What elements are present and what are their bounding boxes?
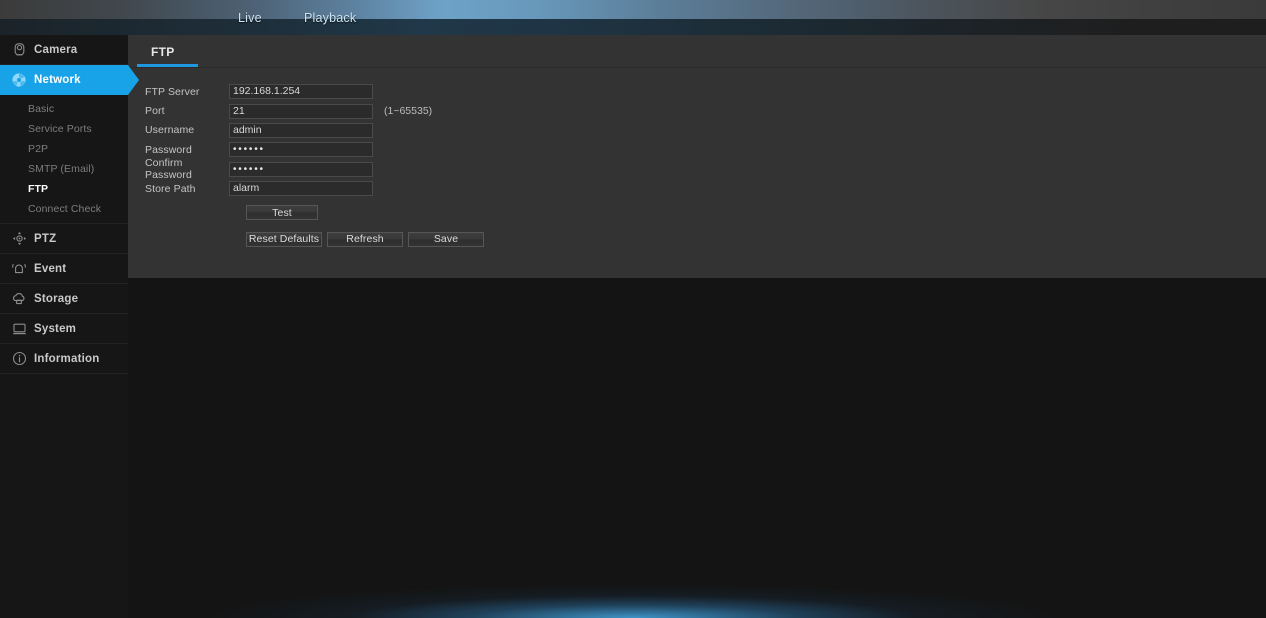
sidebar-subitem-label-service-ports: Service Ports	[28, 123, 92, 135]
label-password: Password	[145, 143, 192, 156]
sidebar-item-label-storage: Storage	[34, 292, 79, 305]
sidebar-item-label-event: Event	[34, 262, 67, 275]
camera-icon	[8, 42, 30, 57]
sidebar-item-label-camera: Camera	[34, 43, 78, 56]
ptz-dpad-icon	[8, 231, 30, 246]
sidebar-subitem-label-connect-check: Connect Check	[28, 203, 102, 215]
button-area: Test Reset Defaults Refresh Save	[246, 198, 1266, 247]
sidebar-subitem-smtp[interactable]: SMTP (Email)	[0, 159, 128, 179]
tab-active-underline	[137, 64, 198, 67]
form-row-port: Port 21 (1~65535)	[145, 101, 1266, 120]
footer-glow	[0, 558, 1266, 618]
username-input[interactable]: admin	[229, 122, 373, 138]
sidebar-item-network[interactable]: Network	[0, 65, 139, 95]
sidebar-item-system[interactable]: System	[0, 314, 128, 344]
tab-ftp-label: FTP	[151, 44, 175, 59]
label-confirm-password: Confirm Password	[145, 157, 192, 182]
header-gradient-lower	[0, 19, 1266, 35]
port-input[interactable]: 21	[229, 103, 373, 119]
sidebar-item-label-ptz: PTZ	[34, 232, 57, 245]
confirm-password-input[interactable]: ••••••	[229, 161, 373, 177]
header-gradient-upper	[0, 0, 1266, 19]
tab-strip: FTP	[128, 35, 1266, 68]
sidebar-subitem-label-basic: Basic	[28, 103, 55, 115]
sidebar-item-event[interactable]: Event	[0, 254, 128, 284]
sidebar-subitem-label-p2p: P2P	[28, 143, 49, 155]
sidebar-subitem-service-ports[interactable]: Service Ports	[0, 119, 128, 139]
info-circle-icon	[8, 351, 30, 366]
label-port: Port	[145, 105, 165, 118]
sidebar-subitem-connect-check[interactable]: Connect Check	[0, 199, 128, 219]
content-panel: FTP FTP Server 192.168.1.254 Port 21 (1~…	[128, 35, 1266, 278]
nav-item-playback[interactable]: Playback	[304, 0, 356, 35]
action-button-group: Reset Defaults Refresh Save	[246, 231, 1266, 247]
port-range-hint: (1~65535)	[384, 105, 433, 118]
form-row-password: Password ••••••	[145, 140, 1266, 159]
sidebar-subitem-label-smtp: SMTP (Email)	[28, 163, 95, 175]
sidebar-subitem-basic[interactable]: Basic	[0, 99, 128, 119]
network-globe-icon	[8, 72, 30, 88]
sidebar-subitem-ftp[interactable]: FTP	[0, 179, 128, 199]
ftp-server-input[interactable]: 192.168.1.254	[229, 84, 373, 100]
store-path-input[interactable]: alarm	[229, 181, 373, 197]
sidebar: Camera Network Basic Service Ports P2P S…	[0, 35, 139, 618]
storage-cloud-icon	[8, 291, 30, 306]
nav-playback-label: Playback	[304, 10, 357, 25]
sidebar-item-label-information: Information	[34, 352, 100, 365]
form-row-confirm-password: Confirm Password ••••••	[145, 157, 1266, 182]
password-input[interactable]: ••••••	[229, 142, 373, 158]
ftp-settings-form: FTP Server 192.168.1.254 Port 21 (1~6553…	[128, 68, 1266, 247]
form-row-ftp-server: FTP Server 192.168.1.254	[145, 82, 1266, 101]
sidebar-network-subitems: Basic Service Ports P2P SMTP (Email) FTP…	[0, 95, 128, 224]
sidebar-subitem-p2p[interactable]: P2P	[0, 139, 128, 159]
label-username: Username	[145, 124, 195, 137]
event-bell-icon	[8, 261, 30, 276]
refresh-button[interactable]: Refresh	[327, 231, 403, 247]
sidebar-item-ptz[interactable]: PTZ	[0, 224, 128, 254]
sidebar-item-information[interactable]: Information	[0, 344, 128, 374]
save-button[interactable]: Save	[408, 231, 484, 247]
reset-defaults-button[interactable]: Reset Defaults	[246, 231, 322, 247]
nav-item-live[interactable]: Live	[238, 0, 262, 35]
sidebar-item-camera[interactable]: Camera	[0, 35, 128, 65]
label-store-path: Store Path	[145, 182, 196, 195]
sidebar-item-label-system: System	[34, 322, 77, 335]
form-row-username: Username admin	[145, 121, 1266, 140]
nav-live-label: Live	[238, 10, 262, 25]
sidebar-subitem-label-ftp: FTP	[28, 183, 49, 195]
top-header-bar: Live Playback Local Setup Configuration …	[0, 0, 1266, 35]
sidebar-item-label-network: Network	[34, 73, 81, 86]
label-ftp-server: FTP Server	[145, 85, 200, 98]
sidebar-item-storage[interactable]: Storage	[0, 284, 128, 314]
system-monitor-icon	[8, 322, 30, 336]
test-button[interactable]: Test	[246, 205, 318, 221]
page-root: Live Playback Local Setup Configuration …	[0, 0, 1266, 618]
form-row-store-path: Store Path alarm	[145, 179, 1266, 198]
